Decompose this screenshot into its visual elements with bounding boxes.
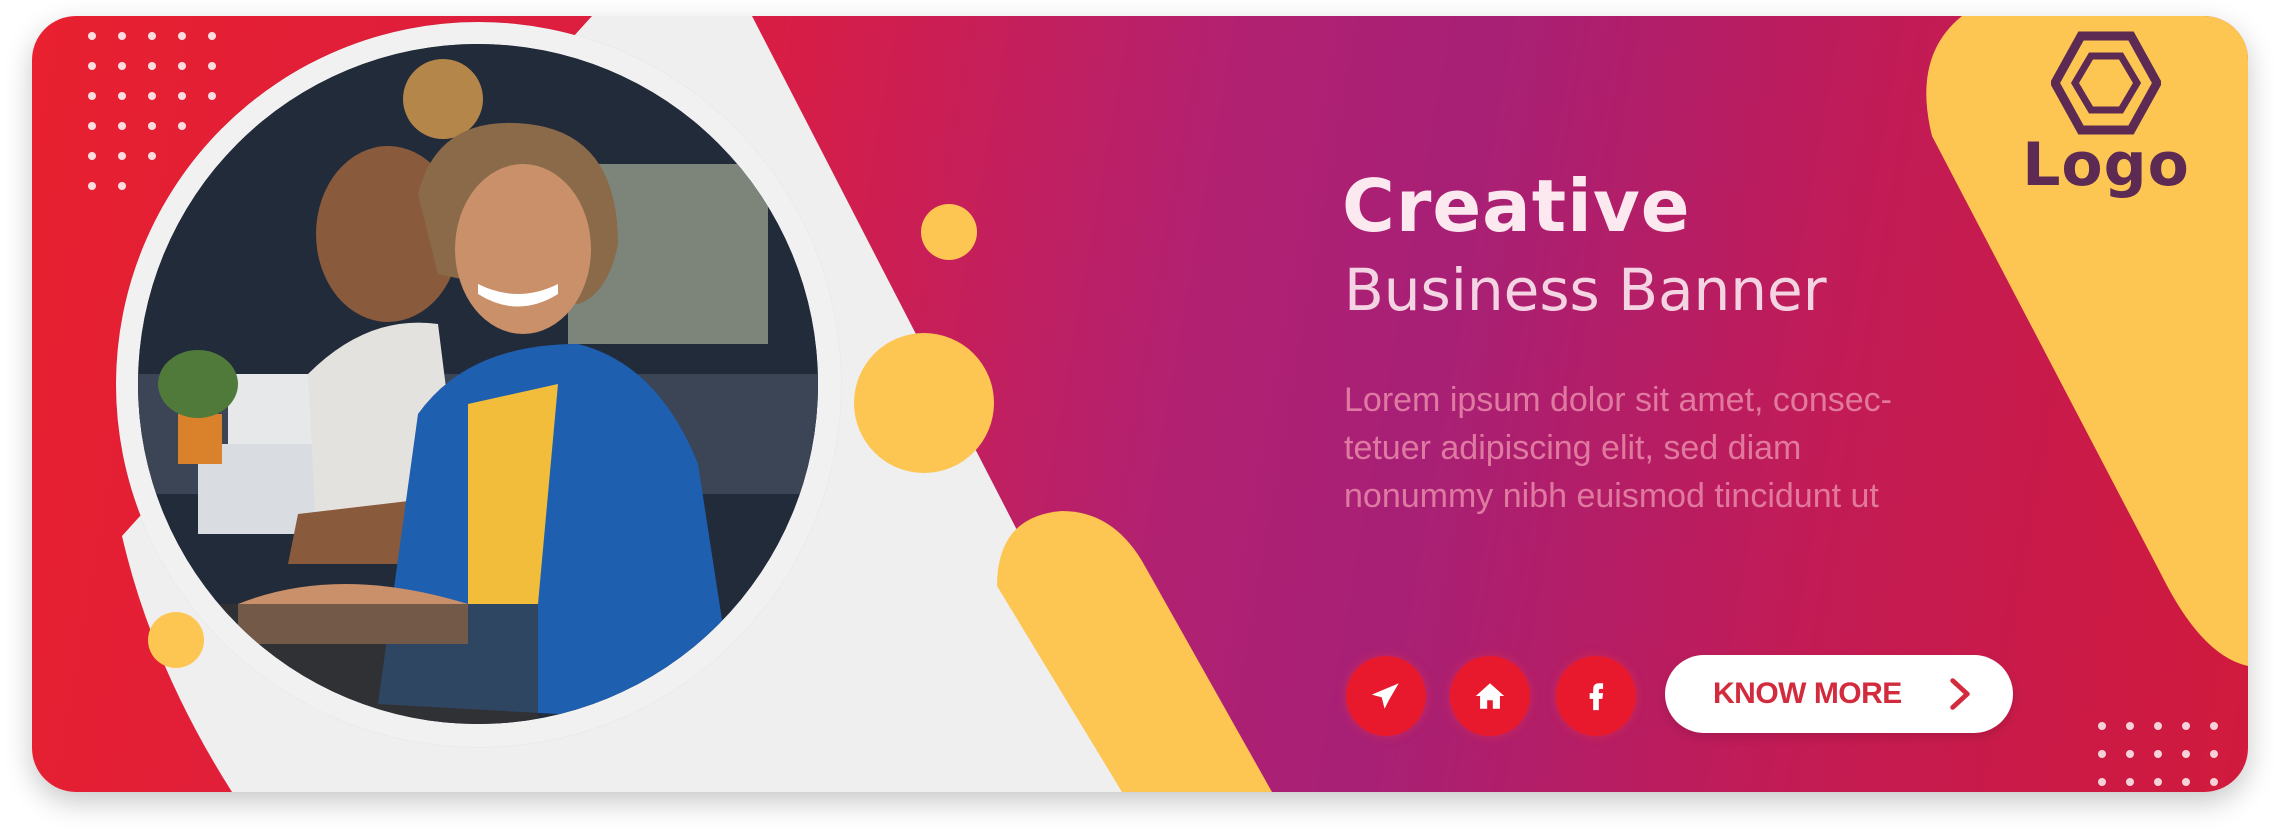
body-text: Lorem ipsum dolor sit amet, consec- tetu… bbox=[1344, 376, 2024, 520]
telegram-button[interactable] bbox=[1346, 656, 1426, 736]
headline-secondary: Business Banner bbox=[1344, 256, 1827, 324]
yellow-dot-decoration bbox=[854, 333, 994, 473]
office-scene-illustration bbox=[138, 44, 818, 724]
team-photo bbox=[138, 44, 818, 724]
yellow-dot-decoration bbox=[921, 204, 977, 260]
body-text-line: Lorem ipsum dolor sit amet, consec- bbox=[1344, 381, 1892, 419]
hexagon-logo-icon bbox=[2051, 31, 2161, 135]
telegram-icon bbox=[1371, 683, 1399, 709]
logo-text: Logo bbox=[2022, 130, 2190, 200]
body-text-line: tetuer adipiscing elit, sed diam bbox=[1344, 429, 1802, 467]
yellow-dot-decoration bbox=[148, 612, 204, 668]
know-more-label: KNOW MORE bbox=[1713, 677, 1902, 710]
facebook-icon bbox=[1589, 683, 1604, 711]
facebook-button[interactable] bbox=[1556, 656, 1636, 736]
chevron-right-icon bbox=[1950, 678, 1970, 710]
headline-primary: Creative bbox=[1342, 164, 1691, 248]
brand-logo: Logo bbox=[1996, 30, 2216, 220]
banner: Creative Business Banner Lorem ipsum dol… bbox=[32, 16, 2248, 792]
body-text-line: nonummy nibh euismod tincidunt ut bbox=[1344, 477, 1879, 515]
know-more-button[interactable]: KNOW MORE bbox=[1665, 655, 2013, 733]
dot-grid-decoration bbox=[2098, 722, 2218, 786]
home-icon bbox=[1475, 683, 1505, 709]
home-button[interactable] bbox=[1450, 656, 1530, 736]
